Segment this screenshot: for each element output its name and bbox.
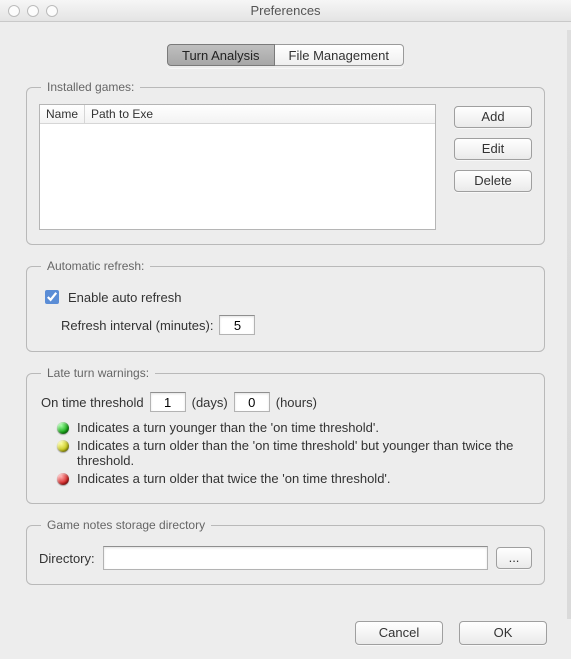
tab-bar: Turn Analysis File Management	[20, 44, 551, 68]
enable-auto-refresh-checkbox[interactable]	[45, 290, 59, 304]
refresh-interval-label: Refresh interval (minutes):	[61, 318, 213, 333]
threshold-days-label: (days)	[192, 395, 228, 410]
preferences-window: Preferences Turn Analysis File Managemen…	[0, 0, 571, 659]
delete-button[interactable]: Delete	[454, 170, 532, 192]
tab-file-management[interactable]: File Management	[275, 44, 404, 66]
legend-green-text: Indicates a turn younger than the 'on ti…	[77, 420, 379, 435]
add-button[interactable]: Add	[454, 106, 532, 128]
table-body[interactable]	[40, 124, 435, 230]
threshold-days-input[interactable]	[150, 392, 186, 412]
legend-yellow-text: Indicates a turn older than the 'on time…	[77, 438, 532, 468]
group-automatic-refresh: Automatic refresh: Enable auto refresh R…	[26, 259, 545, 352]
status-yellow-icon	[57, 440, 69, 452]
ok-button[interactable]: OK	[459, 621, 547, 645]
status-green-icon	[57, 422, 69, 434]
group-installed-games: Installed games: Name Path to Exe Add Ed…	[26, 80, 545, 245]
titlebar: Preferences	[0, 0, 571, 22]
status-red-icon	[57, 473, 69, 485]
directory-label: Directory:	[39, 551, 95, 566]
threshold-hours-label: (hours)	[276, 395, 317, 410]
enable-auto-refresh-label: Enable auto refresh	[68, 290, 181, 305]
table-header: Name Path to Exe	[40, 105, 435, 124]
legend-green-row: Indicates a turn younger than the 'on ti…	[57, 420, 532, 435]
browse-button[interactable]: ...	[496, 547, 532, 569]
group-label: Automatic refresh:	[41, 259, 150, 273]
window-title: Preferences	[0, 3, 571, 18]
window-edge	[567, 30, 571, 619]
installed-games-table[interactable]: Name Path to Exe	[39, 104, 436, 230]
threshold-label: On time threshold	[41, 395, 144, 410]
dialog-buttons: Cancel OK	[355, 621, 547, 645]
tab-turn-analysis[interactable]: Turn Analysis	[167, 44, 275, 66]
legend-yellow-row: Indicates a turn older than the 'on time…	[57, 438, 532, 468]
col-header-name[interactable]: Name	[40, 105, 85, 123]
group-label: Late turn warnings:	[41, 366, 155, 380]
group-late-turn-warnings: Late turn warnings: On time threshold (d…	[26, 366, 545, 504]
group-notes-directory: Game notes storage directory Directory: …	[26, 518, 545, 585]
edit-button[interactable]: Edit	[454, 138, 532, 160]
cancel-button[interactable]: Cancel	[355, 621, 443, 645]
col-header-path[interactable]: Path to Exe	[85, 105, 435, 123]
refresh-interval-input[interactable]	[219, 315, 255, 335]
group-label: Installed games:	[41, 80, 140, 94]
group-label: Game notes storage directory	[41, 518, 211, 532]
content-area: Turn Analysis File Management Installed …	[0, 22, 571, 659]
directory-input[interactable]	[103, 546, 488, 570]
threshold-hours-input[interactable]	[234, 392, 270, 412]
legend-red-text: Indicates a turn older that twice the 'o…	[77, 471, 391, 486]
legend-red-row: Indicates a turn older that twice the 'o…	[57, 471, 532, 486]
